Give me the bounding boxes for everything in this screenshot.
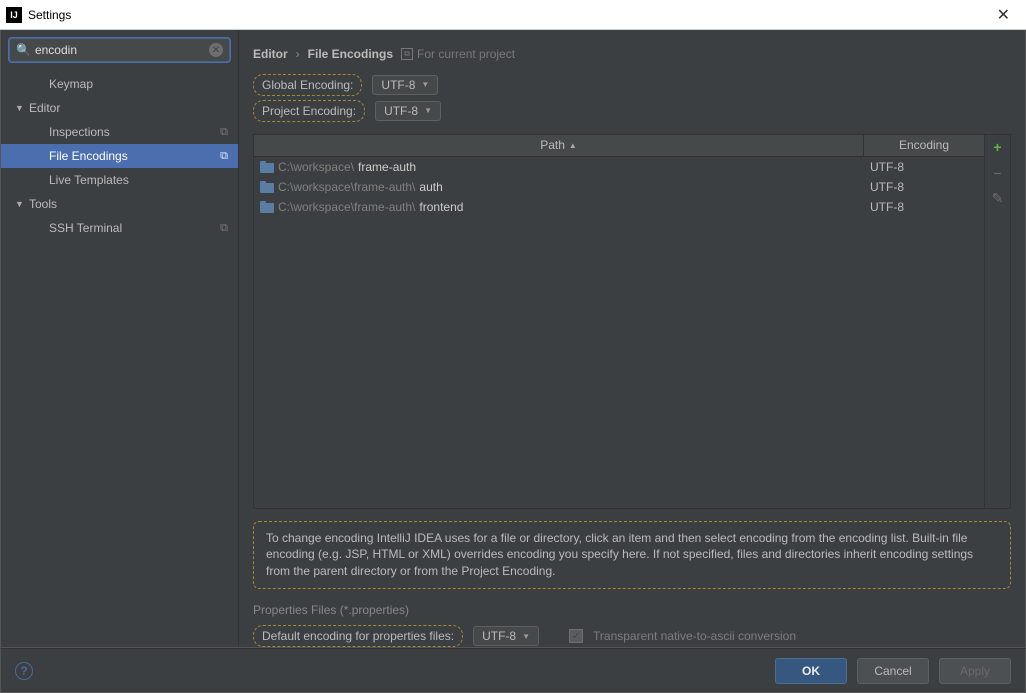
settings-content: Editor › File Encodings ⧉ For current pr… bbox=[239, 30, 1025, 647]
search-icon: 🔍 bbox=[16, 43, 31, 57]
sidebar-item-ssh-terminal[interactable]: SSH Terminal ⧉ bbox=[1, 216, 238, 240]
scope-badge: ⧉ For current project bbox=[401, 47, 515, 61]
breadcrumb: Editor › File Encodings ⧉ For current pr… bbox=[253, 40, 1011, 68]
column-header-encoding[interactable]: Encoding bbox=[864, 135, 984, 156]
sidebar-item-editor[interactable]: ▼ Editor bbox=[1, 96, 238, 120]
properties-section-title: Properties Files (*.properties) bbox=[253, 603, 1011, 617]
app-icon: IJ bbox=[6, 7, 22, 23]
sidebar-item-label: File Encodings bbox=[49, 149, 128, 163]
sidebar-item-label: Editor bbox=[29, 101, 60, 115]
project-scope-icon: ⧉ bbox=[401, 48, 413, 60]
info-note: To change encoding IntelliJ IDEA uses fo… bbox=[253, 521, 1011, 589]
sidebar-item-inspections[interactable]: Inspections ⧉ bbox=[1, 120, 238, 144]
table-row[interactable]: C:\workspace\ frame-auth UTF-8 bbox=[254, 157, 984, 177]
column-header-path[interactable]: Path ▲ bbox=[254, 135, 864, 156]
select-value: UTF-8 bbox=[384, 104, 418, 118]
remove-button[interactable]: − bbox=[990, 165, 1006, 181]
settings-sidebar: 🔍 ✕ Keymap ▼ Editor Inspections ⧉ File En… bbox=[1, 30, 239, 647]
select-value: UTF-8 bbox=[482, 629, 516, 643]
path-name: frontend bbox=[419, 200, 463, 214]
path-prefix: C:\workspace\frame-auth\ bbox=[278, 200, 415, 214]
path-prefix: C:\workspace\ bbox=[278, 160, 354, 174]
search-field-wrap[interactable]: 🔍 ✕ bbox=[9, 38, 230, 62]
title-bar: IJ Settings ✕ bbox=[0, 0, 1026, 30]
button-label: OK bbox=[802, 664, 820, 678]
project-encoding-label: Project Encoding: bbox=[253, 100, 365, 122]
breadcrumb-seg: File Encodings bbox=[308, 47, 393, 61]
table-header: Path ▲ Encoding bbox=[254, 135, 984, 157]
row-encoding[interactable]: UTF-8 bbox=[864, 180, 984, 194]
folder-icon bbox=[260, 201, 274, 213]
window-title: Settings bbox=[28, 8, 71, 22]
project-encoding-select[interactable]: UTF-8 ▼ bbox=[375, 101, 441, 121]
cancel-button[interactable]: Cancel bbox=[857, 658, 929, 684]
encoding-table: Path ▲ Encoding C:\workspace\ frame-auth … bbox=[253, 134, 1011, 509]
properties-default-encoding-label: Default encoding for properties files: bbox=[253, 625, 463, 647]
properties-default-encoding-select[interactable]: UTF-8 ▼ bbox=[473, 626, 539, 646]
transparent-ascii-label: Transparent native-to-ascii conversion bbox=[593, 629, 796, 643]
chevron-down-icon: ▼ bbox=[15, 199, 25, 209]
row-encoding[interactable]: UTF-8 bbox=[864, 200, 984, 214]
chevron-down-icon: ▼ bbox=[421, 80, 429, 89]
settings-tree: Keymap ▼ Editor Inspections ⧉ File Encodi… bbox=[1, 68, 238, 240]
global-encoding-select[interactable]: UTF-8 ▼ bbox=[372, 75, 438, 95]
sort-asc-icon: ▲ bbox=[569, 141, 577, 150]
chevron-down-icon: ▼ bbox=[424, 106, 432, 115]
button-label: Apply bbox=[960, 664, 990, 678]
column-label: Path bbox=[540, 138, 565, 152]
sidebar-item-file-encodings[interactable]: File Encodings ⧉ bbox=[1, 144, 238, 168]
chevron-right-icon: › bbox=[296, 47, 300, 61]
table-row[interactable]: C:\workspace\frame-auth\ frontend UTF-8 bbox=[254, 197, 984, 217]
transparent-ascii-checkbox[interactable]: ✓ bbox=[569, 629, 583, 643]
ok-button[interactable]: OK bbox=[775, 658, 847, 684]
path-name: frame-auth bbox=[358, 160, 416, 174]
add-button[interactable]: + bbox=[990, 139, 1006, 155]
apply-button[interactable]: Apply bbox=[939, 658, 1011, 684]
sidebar-item-label: Live Templates bbox=[49, 173, 129, 187]
global-encoding-label: Global Encoding: bbox=[253, 74, 362, 96]
project-scope-icon: ⧉ bbox=[220, 126, 228, 139]
breadcrumb-seg: Editor bbox=[253, 47, 288, 61]
scope-text: For current project bbox=[417, 47, 515, 61]
folder-icon bbox=[260, 181, 274, 193]
path-prefix: C:\workspace\frame-auth\ bbox=[278, 180, 415, 194]
row-encoding[interactable]: UTF-8 bbox=[864, 160, 984, 174]
sidebar-item-keymap[interactable]: Keymap bbox=[1, 72, 238, 96]
table-row[interactable]: C:\workspace\frame-auth\ auth UTF-8 bbox=[254, 177, 984, 197]
project-scope-icon: ⧉ bbox=[220, 150, 228, 163]
button-label: Cancel bbox=[874, 664, 911, 678]
dialog-footer: ? OK Cancel Apply bbox=[0, 648, 1026, 693]
clear-search-icon[interactable]: ✕ bbox=[209, 43, 223, 57]
project-scope-icon: ⧉ bbox=[220, 222, 228, 235]
chevron-down-icon: ▼ bbox=[522, 632, 530, 641]
sidebar-item-label: SSH Terminal bbox=[49, 221, 122, 235]
sidebar-item-label: Keymap bbox=[49, 77, 93, 91]
edit-button[interactable]: ✎ bbox=[990, 191, 1006, 207]
sidebar-item-label: Inspections bbox=[49, 125, 110, 139]
close-icon[interactable]: ✕ bbox=[991, 5, 1016, 25]
folder-icon bbox=[260, 161, 274, 173]
column-label: Encoding bbox=[899, 138, 949, 152]
sidebar-item-label: Tools bbox=[29, 197, 57, 211]
sidebar-item-live-templates[interactable]: Live Templates bbox=[1, 168, 238, 192]
select-value: UTF-8 bbox=[381, 78, 415, 92]
path-name: auth bbox=[419, 180, 442, 194]
help-icon[interactable]: ? bbox=[15, 662, 33, 680]
search-input[interactable] bbox=[35, 43, 209, 57]
sidebar-item-tools[interactable]: ▼ Tools bbox=[1, 192, 238, 216]
chevron-down-icon: ▼ bbox=[15, 103, 25, 113]
